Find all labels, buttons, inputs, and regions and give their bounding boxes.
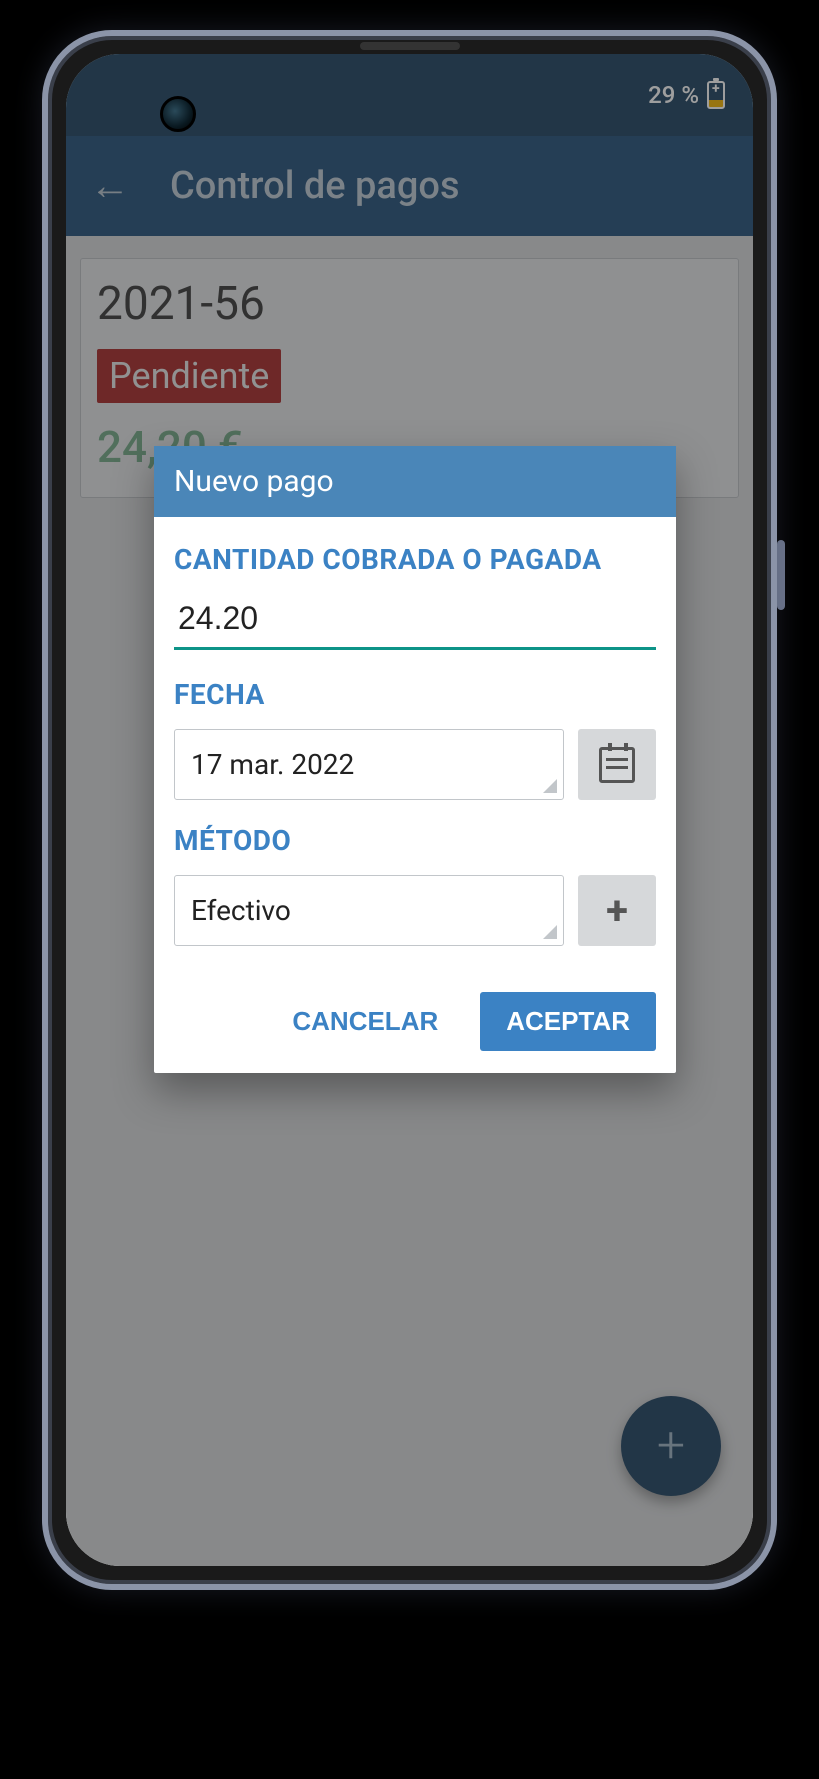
date-value: 17 mar. 2022	[191, 748, 354, 781]
date-dropdown[interactable]: 17 mar. 2022	[174, 729, 564, 800]
date-label: FECHA	[174, 678, 656, 711]
accept-button[interactable]: ACEPTAR	[480, 992, 656, 1051]
screen: 29 % ← Control de pagos 2021-56 Pendient…	[66, 54, 753, 1566]
phone-camera	[160, 96, 196, 132]
add-method-button[interactable]: +	[578, 875, 656, 946]
new-payment-dialog: Nuevo pago CANTIDAD COBRADA O PAGADA FEC…	[154, 446, 676, 1073]
dialog-title: Nuevo pago	[154, 446, 676, 517]
cancel-button[interactable]: CANCELAR	[274, 992, 456, 1051]
dialog-actions: CANCELAR ACEPTAR	[154, 982, 676, 1073]
amount-input[interactable]	[174, 594, 656, 650]
amount-label: CANTIDAD COBRADA O PAGADA	[174, 543, 656, 576]
phone-speaker	[360, 42, 460, 50]
dialog-body: CANTIDAD COBRADA O PAGADA FECHA 17 mar. …	[154, 517, 676, 982]
phone-body: 29 % ← Control de pagos 2021-56 Pendient…	[42, 30, 777, 1590]
method-dropdown[interactable]: Efectivo	[174, 875, 564, 946]
calendar-icon	[599, 747, 635, 783]
method-label: MÉTODO	[174, 824, 656, 857]
plus-icon: +	[606, 887, 628, 934]
phone-frame: 29 % ← Control de pagos 2021-56 Pendient…	[0, 0, 819, 1779]
phone-side-button	[777, 540, 785, 610]
method-value: Efectivo	[191, 894, 291, 927]
calendar-button[interactable]	[578, 729, 656, 800]
